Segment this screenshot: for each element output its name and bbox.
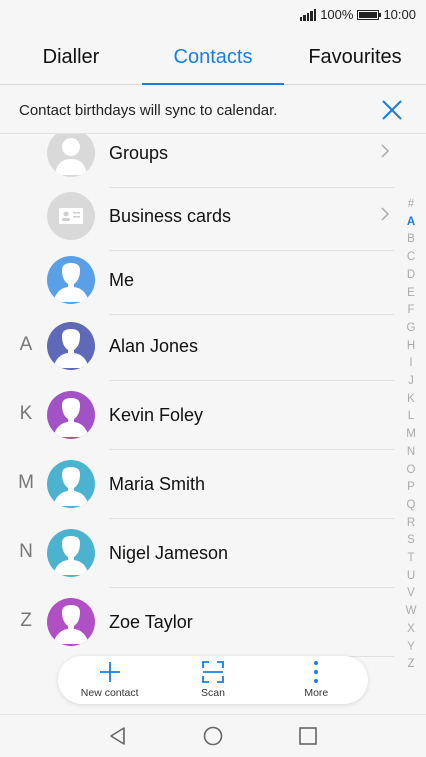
groups-avatar [47, 134, 95, 177]
index-letter[interactable]: L [408, 408, 414, 426]
contact-list[interactable]: Groups Business cards Me A Alan Jones K … [0, 134, 426, 714]
index-letter[interactable]: B [407, 231, 415, 249]
section-letter: Z [20, 610, 32, 631]
contact-avatar [47, 460, 95, 508]
me-row[interactable]: Me [0, 246, 400, 315]
me-label: Me [109, 270, 135, 290]
index-letter[interactable]: S [407, 532, 415, 550]
tab-bar: Dialler Contacts Favourites [0, 30, 426, 85]
index-letter[interactable]: D [407, 267, 415, 285]
contact-row[interactable]: N Nigel Jameson [0, 519, 400, 588]
clock: 10:00 [383, 7, 416, 22]
index-letter[interactable]: E [407, 285, 415, 303]
contact-name: Zoe Taylor [109, 612, 193, 632]
contact-name: Maria Smith [109, 474, 206, 494]
index-letter[interactable]: U [407, 568, 415, 586]
business-cards-row[interactable]: Business cards [0, 182, 400, 251]
contact-name: Nigel Jameson [109, 543, 229, 563]
index-letter[interactable]: # [408, 196, 414, 214]
tab-favourites[interactable]: Favourites [284, 30, 426, 84]
index-letter[interactable]: K [407, 391, 415, 409]
index-letter[interactable]: N [407, 444, 415, 462]
close-icon[interactable] [380, 98, 404, 122]
index-letter[interactable]: F [407, 302, 414, 320]
chevron-right-icon [381, 144, 390, 158]
more-label: More [304, 687, 329, 699]
system-nav-bar [0, 714, 426, 757]
plus-icon [99, 662, 120, 682]
back-icon[interactable] [107, 725, 129, 747]
battery-percent: 100% [320, 7, 354, 22]
groups-label: Groups [109, 143, 169, 163]
index-letter[interactable]: R [407, 515, 415, 533]
contact-row[interactable]: M Maria Smith [0, 450, 400, 519]
contact-row[interactable]: Z Zoe Taylor [0, 588, 400, 657]
tab-dialler[interactable]: Dialler [0, 30, 142, 84]
new-contact-button[interactable]: New contact [58, 656, 161, 704]
status-indicators: 100% 10:00 [299, 7, 416, 22]
birthday-sync-banner: Contact birthdays will sync to calendar. [0, 86, 426, 134]
contact-avatar [47, 391, 95, 439]
battery-icon [357, 9, 382, 20]
contact-name: Kevin Foley [109, 405, 204, 425]
contact-avatar [47, 529, 95, 577]
index-letter[interactable]: Q [407, 497, 416, 515]
index-letter[interactable]: M [406, 426, 416, 444]
index-letter[interactable]: O [407, 462, 416, 480]
home-icon[interactable] [202, 725, 224, 747]
signal-icon [299, 8, 317, 21]
scan-button[interactable]: Scan [161, 656, 264, 704]
groups-row[interactable]: Groups [0, 134, 400, 188]
business-card-icon [47, 192, 95, 240]
index-letter[interactable]: Z [407, 656, 414, 674]
alphabet-index[interactable]: # A B C D E F G H I J K L M N O P Q R S T U V W X Y Z [404, 196, 418, 674]
index-letter[interactable]: V [407, 585, 415, 603]
more-icon [314, 661, 319, 683]
index-letter[interactable]: C [407, 249, 415, 267]
section-letter: A [19, 334, 33, 355]
index-letter[interactable]: T [407, 550, 414, 568]
new-contact-label: New contact [80, 687, 139, 699]
index-letter[interactable]: H [407, 338, 415, 356]
contact-avatar [47, 322, 95, 370]
status-bar: 100% 10:00 [0, 0, 426, 30]
index-letter[interactable]: X [407, 621, 415, 639]
index-letter[interactable]: W [406, 603, 417, 621]
index-letter[interactable]: A [407, 214, 415, 232]
section-letter: N [19, 541, 33, 562]
contact-row[interactable]: K Kevin Foley [0, 381, 400, 450]
index-letter[interactable]: I [409, 355, 412, 373]
index-letter[interactable]: P [407, 479, 415, 497]
tab-contacts[interactable]: Contacts [142, 30, 284, 85]
index-letter[interactable]: Y [407, 639, 415, 657]
index-letter[interactable]: G [407, 320, 416, 338]
business-cards-label: Business cards [109, 206, 232, 226]
action-bar: New contact Scan More [58, 656, 368, 704]
recents-icon[interactable] [297, 725, 319, 747]
contact-row[interactable]: A Alan Jones [0, 312, 400, 381]
index-letter[interactable]: J [408, 373, 414, 391]
contact-avatar [47, 598, 95, 646]
contact-name: Alan Jones [109, 336, 199, 356]
section-letter: M [18, 472, 34, 493]
more-button[interactable]: More [265, 656, 368, 704]
scan-label: Scan [201, 687, 225, 699]
banner-text: Contact birthdays will sync to calendar. [19, 102, 278, 119]
chevron-right-icon [381, 207, 390, 221]
scan-icon [202, 661, 224, 683]
section-letter: K [19, 403, 33, 424]
me-avatar [47, 256, 95, 304]
